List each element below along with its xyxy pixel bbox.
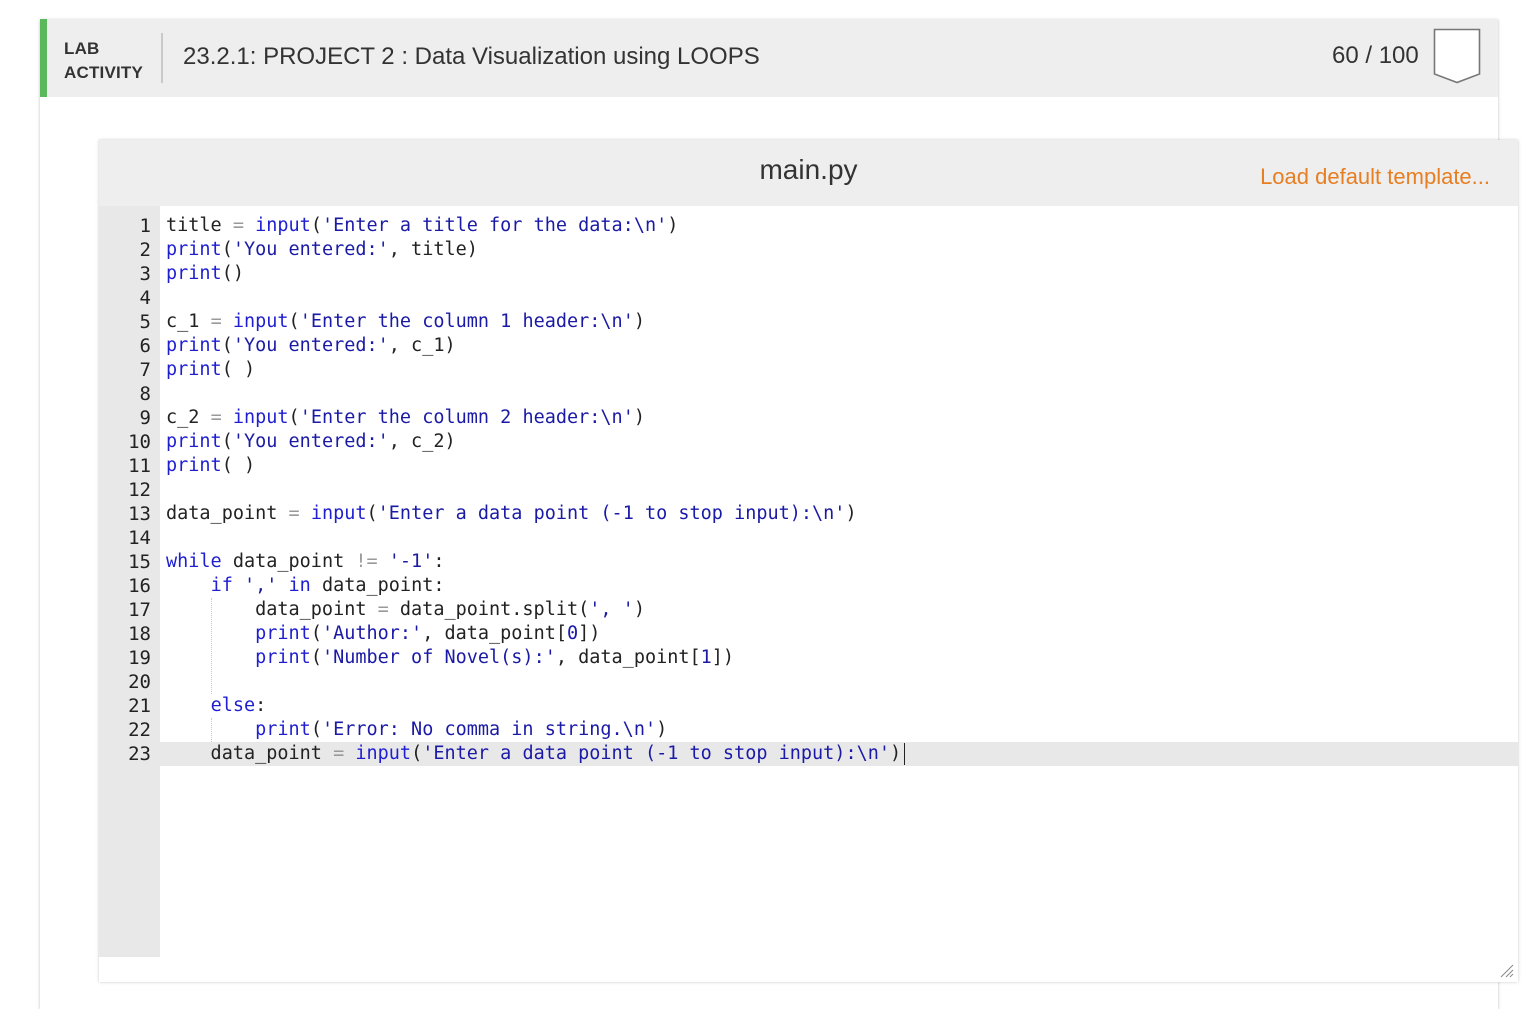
- lab-activity-header: LAB ACTIVITY 23.2.1: PROJECT 2 : Data Vi…: [40, 19, 1498, 97]
- code-line-text: while data_point != '-1':: [166, 551, 445, 572]
- code-line-text: print(): [166, 263, 244, 284]
- code-text-area[interactable]: 1 title = input('Enter a title for the da…: [99, 206, 1518, 957]
- line-number: 7: [139, 359, 151, 381]
- code-line-text: print('Author:', data_point[0]): [255, 623, 601, 644]
- code-editor: main.py Load default template... 1 title …: [99, 140, 1518, 982]
- line-number: 16: [128, 575, 151, 597]
- code-line[interactable]: 18 print('Author:', data_point[0]): [99, 622, 1518, 646]
- code-line[interactable]: 8: [99, 382, 1518, 406]
- editor-header: main.py Load default template...: [99, 140, 1518, 206]
- code-line[interactable]: 9 c_2 = input('Enter the column 2 header:…: [99, 406, 1518, 430]
- resize-handle-icon[interactable]: [1498, 962, 1514, 978]
- line-number: 5: [139, 311, 151, 333]
- code-line[interactable]: 3 print(): [99, 262, 1518, 286]
- code-line[interactable]: 15 while data_point != '-1':: [99, 550, 1518, 574]
- indent-guide: [210, 718, 212, 742]
- line-number: 18: [128, 623, 151, 645]
- code-line[interactable]: 5 c_1 = input('Enter the column 1 header:…: [99, 310, 1518, 334]
- code-line[interactable]: 23 data_point = input('Enter a data poin…: [99, 742, 1518, 766]
- code-line-text: if ',' in data_point:: [210, 575, 445, 596]
- code-line[interactable]: 1 title = input('Enter a title for the da…: [99, 214, 1518, 238]
- line-number: 4: [139, 287, 151, 309]
- text-cursor: [903, 743, 906, 765]
- code-line[interactable]: 2 print('You entered:', title): [99, 238, 1518, 262]
- accent-bar: [40, 19, 47, 97]
- code-line[interactable]: 10 print('You entered:', c_2): [99, 430, 1518, 454]
- code-line[interactable]: 11 print( ): [99, 454, 1518, 478]
- line-number: 19: [128, 647, 151, 669]
- lab-activity-card: LAB ACTIVITY 23.2.1: PROJECT 2 : Data Vi…: [40, 19, 1518, 1009]
- code-line[interactable]: 14: [99, 526, 1518, 550]
- code-line-text: print( ): [166, 359, 256, 380]
- code-line-text: print('You entered:', title): [166, 239, 478, 260]
- line-number: 8: [139, 383, 151, 405]
- code-line[interactable]: 19 print('Number of Novel(s):', data_poi…: [99, 646, 1518, 670]
- header-divider: [161, 33, 163, 83]
- code-line-text: data_point = input('Enter a data point (…: [166, 503, 857, 524]
- code-line-text: print('Number of Novel(s):', data_point[…: [255, 647, 735, 668]
- line-number: 9: [139, 407, 151, 429]
- activity-type-line1: LAB: [64, 39, 100, 58]
- line-number: 12: [128, 479, 151, 501]
- code-line[interactable]: 16 if ',' in data_point:: [99, 574, 1518, 598]
- code-line[interactable]: 4: [99, 286, 1518, 310]
- line-number: 10: [128, 431, 151, 453]
- line-number: 22: [128, 719, 151, 741]
- code-line[interactable]: 7 print( ): [99, 358, 1518, 382]
- code-line-text: print('Error: No comma in string.\n'): [255, 719, 668, 740]
- code-line-text: c_1 = input('Enter the column 1 header:\…: [166, 311, 645, 332]
- activity-title: 23.2.1: PROJECT 2 : Data Visualization u…: [183, 43, 760, 70]
- line-number: 2: [139, 239, 151, 261]
- completion-badge-icon: [1433, 28, 1481, 84]
- code-line-text: print('You entered:', c_2): [166, 431, 456, 452]
- code-line-text: print('You entered:', c_1): [166, 335, 456, 356]
- code-line[interactable]: 20: [99, 670, 1518, 694]
- line-number: 14: [128, 527, 151, 549]
- line-number: 11: [128, 455, 151, 477]
- code-line[interactable]: 13 data_point = input('Enter a data point…: [99, 502, 1518, 526]
- code-line[interactable]: 21 else:: [99, 694, 1518, 718]
- code-line-text: data_point = data_point.split(', '): [166, 599, 645, 620]
- line-number: 17: [128, 599, 151, 621]
- code-line-text: title = input('Enter a title for the dat…: [166, 215, 679, 236]
- line-number: 15: [128, 551, 151, 573]
- line-number: 1: [139, 215, 151, 237]
- load-default-template-link[interactable]: Load default template...: [1260, 164, 1490, 190]
- code-line[interactable]: 17 data_point = data_point.split(', '): [99, 598, 1518, 622]
- code-line-text: else:: [210, 695, 267, 716]
- code-line[interactable]: 12: [99, 478, 1518, 502]
- line-number: 21: [128, 695, 151, 717]
- code-line[interactable]: 22 print('Error: No comma in string.\n'): [99, 718, 1518, 742]
- indent-guide: [210, 598, 212, 694]
- code-line-text: c_2 = input('Enter the column 2 header:\…: [166, 407, 645, 428]
- score-text: 60 / 100: [1332, 42, 1419, 69]
- activity-type-line2: ACTIVITY: [64, 63, 144, 82]
- code-line[interactable]: 6 print('You entered:', c_1): [99, 334, 1518, 358]
- line-number: 3: [139, 263, 151, 285]
- line-number: 23: [128, 743, 151, 765]
- line-number: 6: [139, 335, 151, 357]
- code-line-text: data_point = input('Enter a data point (…: [166, 743, 902, 764]
- code-line-text: print( ): [166, 455, 256, 476]
- line-number: 13: [128, 503, 151, 525]
- activity-type-label: LAB ACTIVITY: [64, 37, 143, 85]
- line-number: 20: [128, 671, 151, 693]
